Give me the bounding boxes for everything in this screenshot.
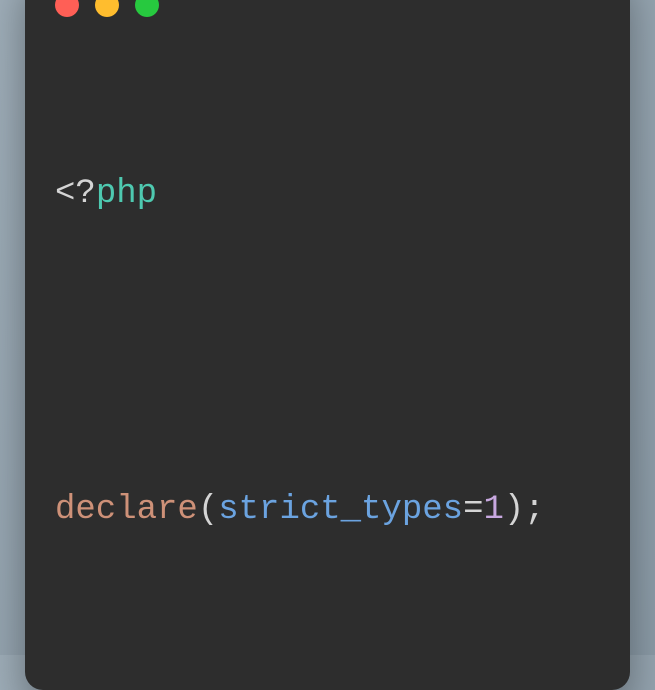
php-open-tag: <? [55, 175, 96, 213]
declare-keyword: declare [55, 491, 198, 529]
maximize-icon[interactable] [135, 0, 159, 17]
php-keyword: php [96, 175, 157, 213]
code-window: <?php declare(strict_types=1); [25, 0, 630, 690]
paren-close: ) [504, 491, 524, 529]
strict-types-ident: strict_types [218, 491, 463, 529]
code-line-2: declare(strict_types=1); [55, 484, 600, 537]
number-one: 1 [483, 491, 503, 529]
paren-open: ( [198, 491, 218, 529]
code-line-1: <?php [55, 168, 600, 221]
code-editor: <?php declare(strict_types=1); [25, 27, 630, 643]
window-titlebar [25, 0, 630, 27]
equals-sign: = [463, 491, 483, 529]
close-icon[interactable] [55, 0, 79, 17]
minimize-icon[interactable] [95, 0, 119, 17]
code-blank-line [55, 326, 600, 379]
semicolon: ; [524, 491, 544, 529]
